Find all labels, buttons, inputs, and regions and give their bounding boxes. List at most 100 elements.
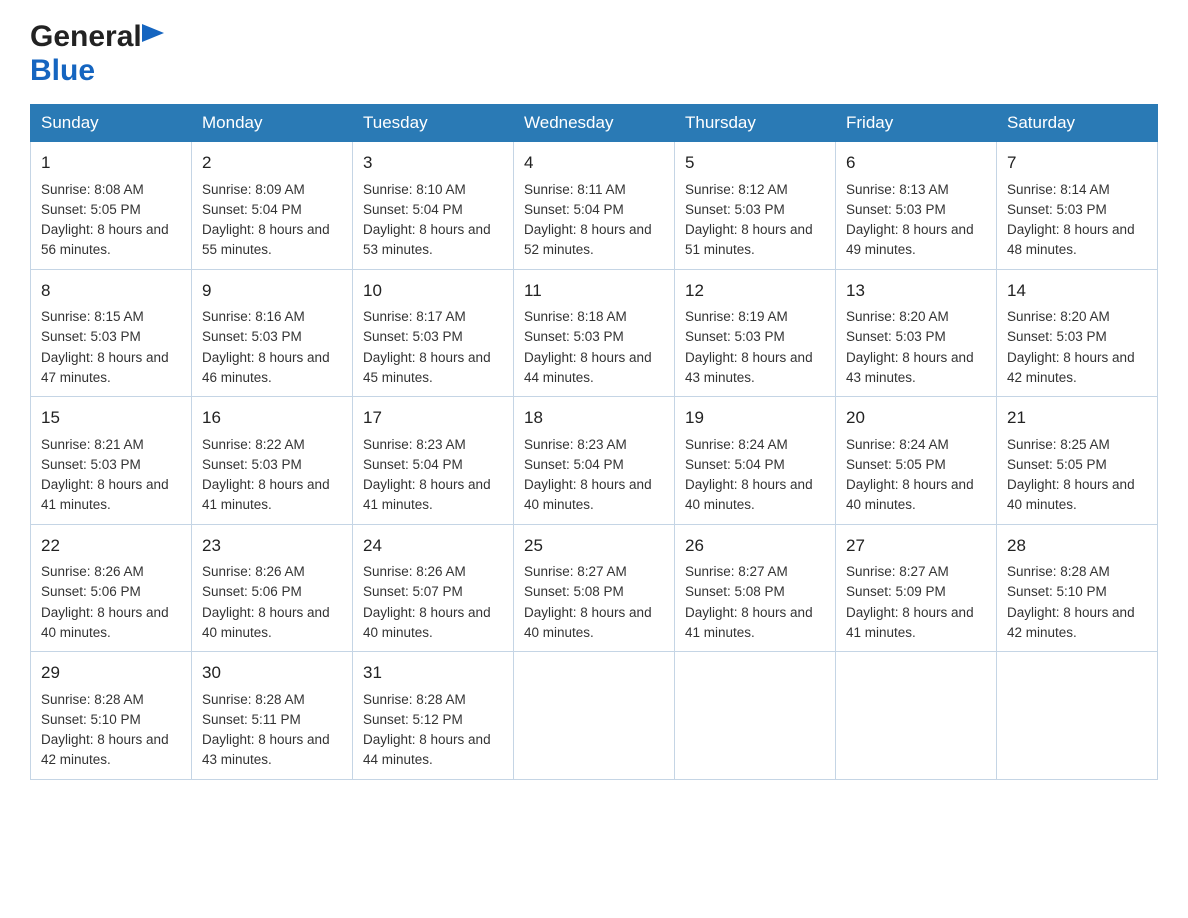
day-info: Sunrise: 8:28 AMSunset: 5:10 PMDaylight:…	[1007, 564, 1135, 640]
day-info: Sunrise: 8:08 AMSunset: 5:05 PMDaylight:…	[41, 182, 169, 258]
day-info: Sunrise: 8:15 AMSunset: 5:03 PMDaylight:…	[41, 309, 169, 385]
day-number: 25	[524, 533, 664, 559]
day-number: 9	[202, 278, 342, 304]
table-row: 30 Sunrise: 8:28 AMSunset: 5:11 PMDaylig…	[192, 652, 353, 780]
day-number: 21	[1007, 405, 1147, 431]
table-row: 17 Sunrise: 8:23 AMSunset: 5:04 PMDaylig…	[353, 397, 514, 525]
table-row: 18 Sunrise: 8:23 AMSunset: 5:04 PMDaylig…	[514, 397, 675, 525]
table-row: 8 Sunrise: 8:15 AMSunset: 5:03 PMDayligh…	[31, 269, 192, 397]
calendar-week-row: 29 Sunrise: 8:28 AMSunset: 5:10 PMDaylig…	[31, 652, 1158, 780]
day-number: 18	[524, 405, 664, 431]
table-row: 13 Sunrise: 8:20 AMSunset: 5:03 PMDaylig…	[836, 269, 997, 397]
day-number: 15	[41, 405, 181, 431]
day-info: Sunrise: 8:19 AMSunset: 5:03 PMDaylight:…	[685, 309, 813, 385]
table-row: 26 Sunrise: 8:27 AMSunset: 5:08 PMDaylig…	[675, 524, 836, 652]
logo-arrow-icon	[142, 24, 164, 47]
header-saturday: Saturday	[997, 105, 1158, 142]
table-row: 11 Sunrise: 8:18 AMSunset: 5:03 PMDaylig…	[514, 269, 675, 397]
day-number: 11	[524, 278, 664, 304]
table-row	[514, 652, 675, 780]
table-row: 25 Sunrise: 8:27 AMSunset: 5:08 PMDaylig…	[514, 524, 675, 652]
day-info: Sunrise: 8:17 AMSunset: 5:03 PMDaylight:…	[363, 309, 491, 385]
day-number: 26	[685, 533, 825, 559]
logo-general: General	[30, 20, 142, 54]
table-row: 10 Sunrise: 8:17 AMSunset: 5:03 PMDaylig…	[353, 269, 514, 397]
calendar-table: Sunday Monday Tuesday Wednesday Thursday…	[30, 104, 1158, 780]
day-info: Sunrise: 8:25 AMSunset: 5:05 PMDaylight:…	[1007, 437, 1135, 513]
day-number: 16	[202, 405, 342, 431]
day-number: 29	[41, 660, 181, 686]
day-number: 4	[524, 150, 664, 176]
table-row: 9 Sunrise: 8:16 AMSunset: 5:03 PMDayligh…	[192, 269, 353, 397]
table-row: 3 Sunrise: 8:10 AMSunset: 5:04 PMDayligh…	[353, 142, 514, 270]
day-number: 14	[1007, 278, 1147, 304]
day-number: 12	[685, 278, 825, 304]
day-info: Sunrise: 8:23 AMSunset: 5:04 PMDaylight:…	[363, 437, 491, 513]
day-number: 17	[363, 405, 503, 431]
header-sunday: Sunday	[31, 105, 192, 142]
day-number: 3	[363, 150, 503, 176]
calendar-week-row: 15 Sunrise: 8:21 AMSunset: 5:03 PMDaylig…	[31, 397, 1158, 525]
day-info: Sunrise: 8:27 AMSunset: 5:09 PMDaylight:…	[846, 564, 974, 640]
day-info: Sunrise: 8:26 AMSunset: 5:06 PMDaylight:…	[202, 564, 330, 640]
table-row: 16 Sunrise: 8:22 AMSunset: 5:03 PMDaylig…	[192, 397, 353, 525]
table-row: 7 Sunrise: 8:14 AMSunset: 5:03 PMDayligh…	[997, 142, 1158, 270]
table-row: 24 Sunrise: 8:26 AMSunset: 5:07 PMDaylig…	[353, 524, 514, 652]
header-monday: Monday	[192, 105, 353, 142]
header-thursday: Thursday	[675, 105, 836, 142]
day-info: Sunrise: 8:10 AMSunset: 5:04 PMDaylight:…	[363, 182, 491, 258]
day-info: Sunrise: 8:28 AMSunset: 5:10 PMDaylight:…	[41, 692, 169, 768]
table-row	[836, 652, 997, 780]
day-info: Sunrise: 8:24 AMSunset: 5:05 PMDaylight:…	[846, 437, 974, 513]
table-row: 5 Sunrise: 8:12 AMSunset: 5:03 PMDayligh…	[675, 142, 836, 270]
day-number: 27	[846, 533, 986, 559]
day-info: Sunrise: 8:23 AMSunset: 5:04 PMDaylight:…	[524, 437, 652, 513]
day-number: 2	[202, 150, 342, 176]
table-row: 29 Sunrise: 8:28 AMSunset: 5:10 PMDaylig…	[31, 652, 192, 780]
table-row: 21 Sunrise: 8:25 AMSunset: 5:05 PMDaylig…	[997, 397, 1158, 525]
day-info: Sunrise: 8:20 AMSunset: 5:03 PMDaylight:…	[846, 309, 974, 385]
day-info: Sunrise: 8:11 AMSunset: 5:04 PMDaylight:…	[524, 182, 652, 258]
table-row: 28 Sunrise: 8:28 AMSunset: 5:10 PMDaylig…	[997, 524, 1158, 652]
header-wednesday: Wednesday	[514, 105, 675, 142]
day-number: 13	[846, 278, 986, 304]
day-info: Sunrise: 8:26 AMSunset: 5:06 PMDaylight:…	[41, 564, 169, 640]
table-row: 15 Sunrise: 8:21 AMSunset: 5:03 PMDaylig…	[31, 397, 192, 525]
calendar-week-row: 1 Sunrise: 8:08 AMSunset: 5:05 PMDayligh…	[31, 142, 1158, 270]
page-header: General Blue	[30, 20, 1158, 88]
day-number: 28	[1007, 533, 1147, 559]
calendar-week-row: 8 Sunrise: 8:15 AMSunset: 5:03 PMDayligh…	[31, 269, 1158, 397]
day-info: Sunrise: 8:09 AMSunset: 5:04 PMDaylight:…	[202, 182, 330, 258]
day-number: 23	[202, 533, 342, 559]
day-info: Sunrise: 8:24 AMSunset: 5:04 PMDaylight:…	[685, 437, 813, 513]
table-row: 6 Sunrise: 8:13 AMSunset: 5:03 PMDayligh…	[836, 142, 997, 270]
day-info: Sunrise: 8:27 AMSunset: 5:08 PMDaylight:…	[685, 564, 813, 640]
header-friday: Friday	[836, 105, 997, 142]
header-tuesday: Tuesday	[353, 105, 514, 142]
day-number: 8	[41, 278, 181, 304]
table-row: 31 Sunrise: 8:28 AMSunset: 5:12 PMDaylig…	[353, 652, 514, 780]
table-row: 14 Sunrise: 8:20 AMSunset: 5:03 PMDaylig…	[997, 269, 1158, 397]
table-row: 27 Sunrise: 8:27 AMSunset: 5:09 PMDaylig…	[836, 524, 997, 652]
day-number: 6	[846, 150, 986, 176]
logo-blue: Blue	[30, 54, 95, 88]
day-number: 7	[1007, 150, 1147, 176]
table-row: 2 Sunrise: 8:09 AMSunset: 5:04 PMDayligh…	[192, 142, 353, 270]
day-number: 1	[41, 150, 181, 176]
table-row: 20 Sunrise: 8:24 AMSunset: 5:05 PMDaylig…	[836, 397, 997, 525]
day-info: Sunrise: 8:20 AMSunset: 5:03 PMDaylight:…	[1007, 309, 1135, 385]
table-row: 1 Sunrise: 8:08 AMSunset: 5:05 PMDayligh…	[31, 142, 192, 270]
day-number: 30	[202, 660, 342, 686]
logo: General Blue	[30, 20, 164, 88]
day-info: Sunrise: 8:16 AMSunset: 5:03 PMDaylight:…	[202, 309, 330, 385]
day-info: Sunrise: 8:14 AMSunset: 5:03 PMDaylight:…	[1007, 182, 1135, 258]
day-info: Sunrise: 8:12 AMSunset: 5:03 PMDaylight:…	[685, 182, 813, 258]
table-row: 22 Sunrise: 8:26 AMSunset: 5:06 PMDaylig…	[31, 524, 192, 652]
day-info: Sunrise: 8:13 AMSunset: 5:03 PMDaylight:…	[846, 182, 974, 258]
day-info: Sunrise: 8:27 AMSunset: 5:08 PMDaylight:…	[524, 564, 652, 640]
day-info: Sunrise: 8:28 AMSunset: 5:12 PMDaylight:…	[363, 692, 491, 768]
table-row	[675, 652, 836, 780]
day-info: Sunrise: 8:28 AMSunset: 5:11 PMDaylight:…	[202, 692, 330, 768]
day-info: Sunrise: 8:22 AMSunset: 5:03 PMDaylight:…	[202, 437, 330, 513]
day-info: Sunrise: 8:26 AMSunset: 5:07 PMDaylight:…	[363, 564, 491, 640]
